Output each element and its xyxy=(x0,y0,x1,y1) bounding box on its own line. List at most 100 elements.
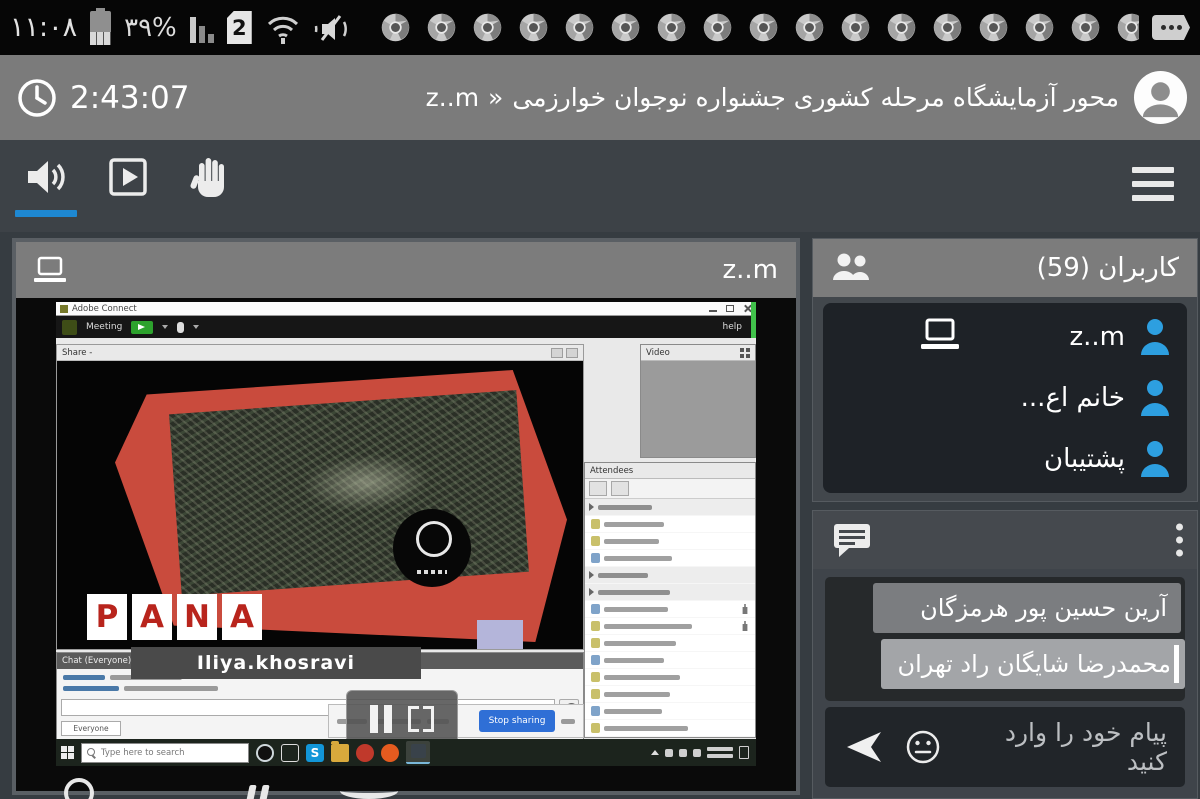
attendees-toolbar xyxy=(585,479,755,499)
status-bar: ۱۱:۰۸ ۳۹% 2 xyxy=(0,0,1200,55)
chrome-notification-icon[interactable] xyxy=(379,11,412,44)
attendee-row[interactable] xyxy=(585,635,755,652)
file-explorer-icon[interactable] xyxy=(331,744,349,762)
app-root: ۱۱:۰۸ ۳۹% 2 xyxy=(0,0,1200,799)
raised-hand-icon xyxy=(741,621,749,631)
attendee-row[interactable] xyxy=(585,703,755,720)
pod-fullscreen-icon[interactable] xyxy=(566,348,578,358)
firefox-icon[interactable] xyxy=(381,744,399,762)
users-panel: کاربران (59) z..m خانم اع... پشتیبان xyxy=(812,238,1198,502)
chrome-notification-icon[interactable] xyxy=(1069,11,1102,44)
chevron-down-icon[interactable] xyxy=(162,325,168,329)
chrome-notification-icon[interactable] xyxy=(425,11,458,44)
pause-icon[interactable] xyxy=(370,705,392,733)
raise-hand-button[interactable] xyxy=(178,153,242,201)
attendee-row[interactable] xyxy=(585,618,755,635)
chrome-notification-icon[interactable] xyxy=(701,11,734,44)
meeting-menu[interactable]: Meeting xyxy=(86,322,122,332)
attendee-row[interactable] xyxy=(585,686,755,703)
microphone-icon[interactable] xyxy=(177,322,184,333)
inner-video-title: Video xyxy=(646,348,670,358)
action-center-icon[interactable] xyxy=(739,746,749,759)
system-tray[interactable] xyxy=(651,746,751,759)
wifi-icon xyxy=(265,10,301,46)
start-button-icon[interactable] xyxy=(61,746,74,759)
attendees-view-icon[interactable] xyxy=(589,481,607,496)
inner-video-pod: Video xyxy=(640,344,756,458)
speaker-button[interactable] xyxy=(14,153,78,217)
help-menu[interactable]: help xyxy=(723,322,750,332)
everyone-tab[interactable]: Everyone xyxy=(61,721,121,736)
chat-options-icon[interactable] xyxy=(1176,524,1183,557)
chrome-notification-icon[interactable] xyxy=(563,11,596,44)
tray-icon[interactable] xyxy=(665,749,673,757)
chat-message: محمدرضا شایگان راد تهران xyxy=(881,639,1185,689)
attendee-row[interactable] xyxy=(585,601,755,618)
avatar-icon[interactable] xyxy=(1133,70,1188,125)
chrome-notification-icon[interactable] xyxy=(1023,11,1056,44)
pod-options-icon[interactable] xyxy=(551,348,563,358)
chrome-notification-icon[interactable] xyxy=(977,11,1010,44)
attendee-row[interactable] xyxy=(585,516,755,533)
chrome-notification-icon[interactable] xyxy=(609,11,642,44)
video-button[interactable] xyxy=(96,153,160,201)
tray-icon[interactable] xyxy=(679,749,687,757)
signal-bars-icon xyxy=(190,13,214,43)
attendee-section-row[interactable] xyxy=(585,567,755,584)
chrome-notification-icon[interactable] xyxy=(793,11,826,44)
chrome-notification-icon[interactable] xyxy=(1115,11,1139,44)
attendee-status-icon xyxy=(591,519,600,529)
section-caret-icon xyxy=(589,571,594,579)
attendees-list[interactable] xyxy=(585,499,755,737)
chrome-notification-icon[interactable] xyxy=(517,11,550,44)
attendee-name-bar xyxy=(604,641,676,646)
stop-sharing-button[interactable]: Stop sharing xyxy=(479,710,555,732)
attendee-row[interactable] xyxy=(585,669,755,686)
send-icon[interactable] xyxy=(843,730,885,764)
task-view-icon[interactable] xyxy=(281,744,299,762)
maximize-icon[interactable] xyxy=(726,305,734,312)
attendee-row[interactable] xyxy=(585,652,755,669)
tray-icon[interactable] xyxy=(693,749,701,757)
taskbar-search[interactable]: Type here to search xyxy=(81,743,249,763)
skype-icon[interactable]: S xyxy=(306,744,324,762)
chrome-notification-icon[interactable] xyxy=(747,11,780,44)
connect-logo-icon xyxy=(62,320,77,335)
taskbar-clock[interactable] xyxy=(707,747,733,758)
chrome-notification-icon[interactable] xyxy=(655,11,688,44)
more-notifications-icon[interactable] xyxy=(1152,15,1190,40)
chevron-down-icon[interactable] xyxy=(193,325,199,329)
inner-video-header: Video xyxy=(641,345,755,361)
user-list-item[interactable]: پشتیبان xyxy=(839,431,1171,487)
attendee-name-bar xyxy=(604,539,659,544)
menu-button[interactable] xyxy=(1132,167,1174,201)
users-panel-title: کاربران (59) xyxy=(1037,253,1179,283)
chat-input-bar[interactable]: پیام خود را وارد کنید xyxy=(825,707,1185,787)
attendee-row[interactable] xyxy=(585,720,755,737)
fullscreen-icon[interactable] xyxy=(408,706,434,732)
minimize-icon[interactable] xyxy=(709,310,717,312)
app-icon-red[interactable] xyxy=(356,744,374,762)
cortana-icon[interactable] xyxy=(256,744,274,762)
chrome-notification-icon[interactable] xyxy=(931,11,964,44)
user-list-item[interactable]: خانم اع... xyxy=(839,370,1171,426)
chrome-notification-icon[interactable] xyxy=(471,11,504,44)
meeting-title-text: محور آزمایشگاه مرحله کشوری جشنواره نوجوا… xyxy=(512,83,1119,112)
emoji-icon[interactable] xyxy=(905,729,941,765)
attendees-status-icon[interactable] xyxy=(611,481,629,496)
attendee-section-row[interactable] xyxy=(585,499,755,516)
tray-expand-icon[interactable] xyxy=(651,750,659,755)
expand-icon[interactable] xyxy=(740,348,750,358)
user-name: پشتیبان xyxy=(1044,444,1125,474)
attendee-row[interactable] xyxy=(585,550,755,567)
audio-status-icon[interactable] xyxy=(131,321,153,334)
attendee-row[interactable] xyxy=(585,533,755,550)
pana-letter: A xyxy=(222,594,262,640)
active-app-icon[interactable] xyxy=(406,741,430,764)
user-list-item[interactable]: z..m xyxy=(839,309,1171,365)
person-icon xyxy=(1139,378,1171,418)
attendee-section-row[interactable] xyxy=(585,584,755,601)
chrome-notification-icon[interactable] xyxy=(885,11,918,44)
chrome-notification-icon[interactable] xyxy=(839,11,872,44)
window-controls[interactable] xyxy=(709,304,752,313)
